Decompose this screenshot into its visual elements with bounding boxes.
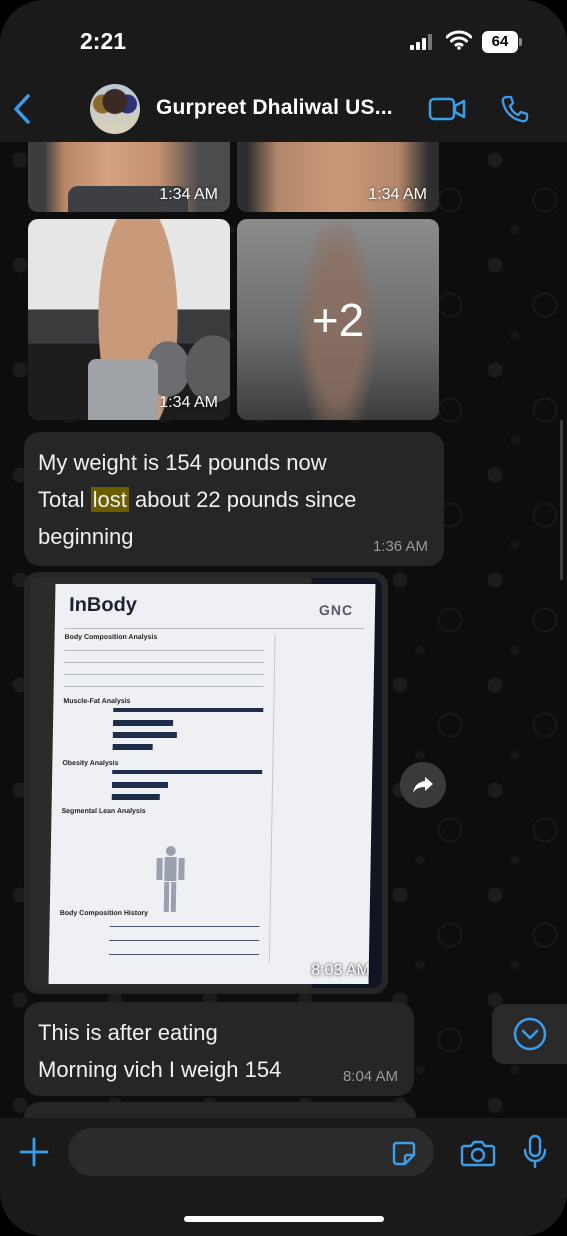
message-line: My weight is 154 pounds now bbox=[38, 450, 327, 475]
report-section-title: Segmental Lean Analysis bbox=[61, 808, 146, 815]
report-section-title: Muscle-Fat Analysis bbox=[63, 698, 131, 705]
message-line: Total lost about 22 pounds since bbox=[38, 481, 430, 518]
scrollbar[interactable] bbox=[560, 420, 563, 580]
photo-timestamp: 8:03 AM bbox=[311, 962, 370, 979]
photo-front-cropped[interactable]: 1:34 AM bbox=[28, 132, 230, 212]
message-timestamp: 8:04 AM bbox=[342, 1068, 398, 1085]
status-time: 2:21 bbox=[80, 28, 127, 54]
photo-timestamp: 1:34 AM bbox=[368, 186, 427, 203]
scroll-to-bottom-button[interactable] bbox=[492, 1004, 567, 1064]
message-report-photo[interactable]: InBody GNC Body Composition Analysis Mus… bbox=[24, 572, 388, 994]
message-input[interactable] bbox=[68, 1128, 434, 1176]
gnc-logo: GNC bbox=[318, 602, 354, 618]
inbody-logo: InBody bbox=[68, 594, 138, 616]
plus-icon[interactable] bbox=[18, 1136, 50, 1168]
chat-screen: 1:34 AM 1:34 AM 1:34 AM +2 My weight is … bbox=[0, 0, 567, 1236]
message-text: about 22 pounds since bbox=[128, 487, 357, 512]
body-figure-icon bbox=[156, 846, 185, 912]
avatar[interactable] bbox=[90, 84, 140, 134]
sticker-icon[interactable] bbox=[390, 1140, 418, 1168]
search-highlight: lost bbox=[90, 487, 129, 512]
contact-name[interactable]: Gurpreet Dhaliwal US... bbox=[156, 96, 393, 120]
photo-side-view[interactable]: 1:34 AM bbox=[28, 219, 230, 420]
chevron-down-circle-icon bbox=[513, 1017, 547, 1051]
home-indicator[interactable] bbox=[184, 1216, 384, 1222]
video-call-icon[interactable] bbox=[428, 96, 466, 122]
photo-timestamp: 1:34 AM bbox=[159, 186, 218, 203]
message-timestamp: 1:36 AM bbox=[372, 538, 428, 555]
message-text: Total bbox=[38, 487, 91, 512]
wifi-icon bbox=[446, 30, 472, 50]
message-line: beginning bbox=[38, 524, 134, 549]
report-section-title: Body Composition History bbox=[59, 910, 149, 917]
battery-indicator: 64 bbox=[482, 31, 522, 53]
report-image[interactable]: InBody GNC Body Composition Analysis Mus… bbox=[30, 578, 382, 988]
camera-icon[interactable] bbox=[460, 1138, 496, 1168]
photo-back-cropped[interactable]: 1:34 AM bbox=[237, 132, 439, 212]
back-chevron-icon[interactable] bbox=[10, 92, 34, 126]
message-weight[interactable]: My weight is 154 pounds now Total lost a… bbox=[24, 432, 444, 566]
photo-more[interactable]: +2 bbox=[237, 219, 439, 420]
report-section-title: Body Composition Analysis bbox=[64, 634, 158, 641]
inbody-sheet: InBody GNC Body Composition Analysis Mus… bbox=[48, 584, 376, 984]
forward-button[interactable] bbox=[400, 762, 446, 808]
forward-icon bbox=[413, 777, 433, 793]
cellular-signal-icon bbox=[410, 34, 436, 50]
message-after-eating[interactable]: This is after eating Morning vich I weig… bbox=[24, 1002, 414, 1096]
photo-timestamp: 1:34 AM bbox=[159, 394, 218, 411]
microphone-icon[interactable] bbox=[522, 1134, 548, 1170]
chat-header: 2:21 64 Gurpreet Dhaliwal US... bbox=[0, 0, 567, 142]
report-side-column bbox=[268, 634, 365, 964]
more-photos-count: +2 bbox=[311, 293, 365, 346]
report-section-title: Obesity Analysis bbox=[62, 760, 119, 767]
message-line: This is after eating bbox=[38, 1020, 218, 1045]
phone-call-icon[interactable] bbox=[500, 94, 530, 124]
